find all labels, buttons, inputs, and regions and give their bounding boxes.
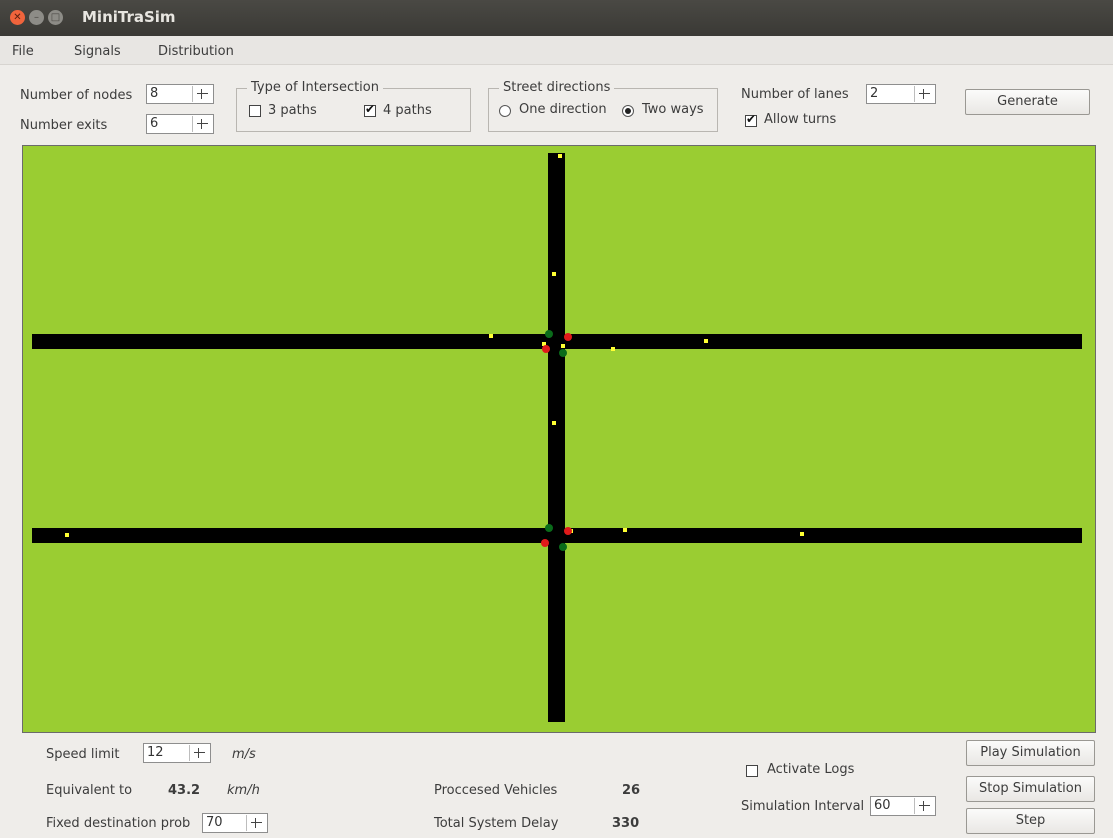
one-direction-radio[interactable]	[499, 105, 511, 117]
equivalent-label: Equivalent to	[46, 783, 133, 798]
vehicle	[800, 532, 804, 536]
nodes-value: 8	[150, 86, 159, 101]
one-direction-label: One direction	[519, 102, 607, 117]
vehicle	[552, 421, 556, 425]
lanes-label: Number of lanes	[741, 87, 849, 102]
vehicle	[558, 154, 562, 158]
stop-simulation-button[interactable]: Stop Simulation	[966, 776, 1095, 802]
nodes-label: Number of nodes	[20, 88, 133, 103]
speed-limit-spinner[interactable]: 12	[143, 743, 211, 763]
traffic-signal-red	[542, 345, 550, 353]
four-paths-checkbox[interactable]	[364, 102, 376, 117]
menu-bar: File Signals Distribution	[0, 36, 1113, 65]
exits-label: Number exits	[20, 118, 108, 133]
street-directions-title: Street directions	[499, 80, 615, 95]
traffic-signal-red	[541, 539, 549, 547]
speed-limit-value: 12	[147, 745, 164, 760]
spinner-arrows-icon[interactable]	[192, 86, 211, 102]
menu-distribution[interactable]: Distribution	[158, 44, 234, 59]
menu-file[interactable]: File	[12, 44, 34, 59]
minimize-window-button[interactable]: –	[29, 10, 44, 25]
speed-limit-label: Speed limit	[46, 747, 120, 762]
traffic-signal-red	[564, 333, 572, 341]
intersection-type-title: Type of Intersection	[247, 80, 383, 95]
allow-turns-label: Allow turns	[764, 112, 837, 127]
three-paths-checkbox[interactable]	[249, 105, 261, 117]
processed-vehicles-value: 26	[622, 783, 641, 798]
traffic-signal-red	[564, 527, 572, 535]
allow-turns-checkbox[interactable]	[745, 112, 757, 127]
exits-spinner[interactable]: 6	[146, 114, 214, 134]
total-delay-label: Total System Delay	[434, 816, 559, 831]
spinner-arrows-icon[interactable]	[192, 116, 211, 132]
vehicle	[704, 339, 708, 343]
activate-logs-label: Activate Logs	[767, 762, 855, 777]
traffic-signal-green	[559, 543, 567, 551]
vehicle	[552, 272, 556, 276]
two-ways-label: Two ways	[642, 102, 704, 117]
menu-signals[interactable]: Signals	[74, 44, 121, 59]
nodes-spinner[interactable]: 8	[146, 84, 214, 104]
vehicle	[623, 528, 627, 532]
three-paths-label: 3 paths	[268, 103, 317, 118]
exits-value: 6	[150, 116, 159, 131]
step-button[interactable]: Step	[966, 808, 1095, 834]
lanes-spinner[interactable]: 2	[866, 84, 936, 104]
traffic-signal-green	[545, 524, 553, 532]
intersection-type-group: Type of Intersection 3 paths 4 paths	[236, 80, 471, 132]
interval-spinner[interactable]: 60	[870, 796, 936, 816]
equivalent-unit: km/h	[227, 783, 260, 798]
play-simulation-button[interactable]: Play Simulation	[966, 740, 1095, 766]
maximize-window-button[interactable]: □	[48, 10, 63, 25]
close-window-button[interactable]: ✕	[10, 10, 25, 25]
street-directions-group: Street directions One direction Two ways	[488, 80, 718, 132]
vehicle	[65, 533, 69, 537]
spinner-arrows-icon[interactable]	[246, 815, 265, 831]
vehicle	[489, 334, 493, 338]
simulation-canvas[interactable]	[22, 145, 1096, 733]
window-title: MiniTraSim	[82, 8, 176, 26]
activate-logs-checkbox[interactable]	[746, 765, 758, 777]
speed-unit: m/s	[232, 747, 256, 762]
traffic-signal-green	[545, 330, 553, 338]
processed-vehicles-label: Proccesed Vehicles	[434, 783, 558, 798]
traffic-signal-green	[559, 349, 567, 357]
spinner-arrows-icon[interactable]	[914, 798, 933, 814]
equivalent-value: 43.2	[168, 783, 201, 798]
title-bar: ✕ – □ MiniTraSim	[0, 0, 1113, 36]
lanes-value: 2	[870, 86, 879, 101]
total-delay-value: 330	[612, 816, 640, 831]
interval-label: Simulation Interval	[741, 799, 865, 814]
fixed-prob-label: Fixed destination prob	[46, 816, 191, 831]
spinner-arrows-icon[interactable]	[189, 745, 208, 761]
vertical-road	[548, 153, 565, 722]
two-ways-radio[interactable]	[622, 105, 634, 117]
vehicle	[611, 347, 615, 351]
generate-button[interactable]: Generate	[965, 89, 1090, 115]
fixed-prob-spinner[interactable]: 70	[202, 813, 268, 833]
four-paths-label: 4 paths	[383, 103, 432, 118]
interval-value: 60	[874, 798, 891, 813]
fixed-prob-value: 70	[206, 815, 223, 830]
vehicle	[561, 344, 565, 348]
spinner-arrows-icon[interactable]	[914, 86, 933, 102]
